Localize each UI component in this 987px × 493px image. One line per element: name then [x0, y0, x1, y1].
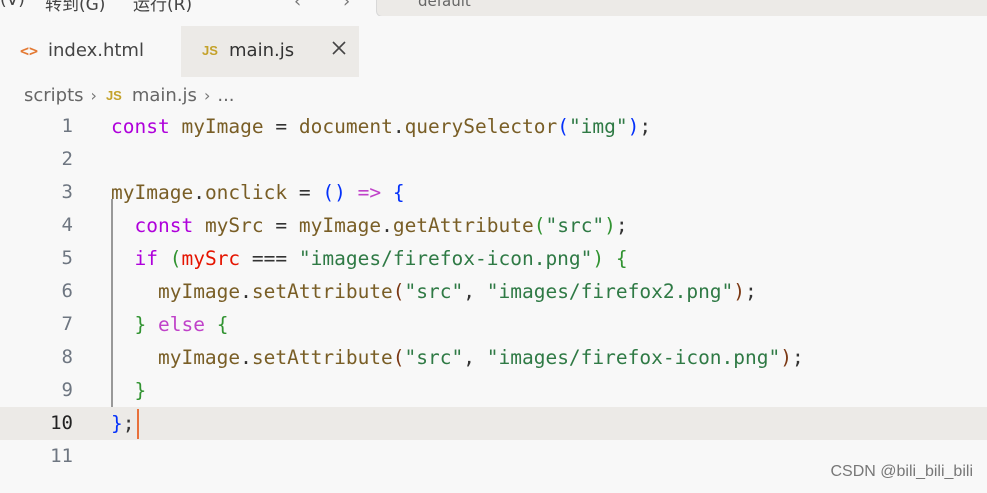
- code-text: myImage.setAttribute("src", "images/fire…: [157, 346, 804, 369]
- back-arrow-icon[interactable]: ‹: [294, 0, 301, 12]
- code-line: 9 }: [0, 374, 987, 407]
- line-number: 11: [50, 445, 73, 467]
- text-cursor: [137, 409, 139, 439]
- line-number: 4: [61, 214, 73, 236]
- close-icon[interactable]: [330, 39, 348, 57]
- line-number: 5: [61, 247, 73, 269]
- breadcrumb-item-scripts[interactable]: scripts: [24, 85, 84, 106]
- code-text: myImage.onclick = () => {: [111, 181, 405, 204]
- command-center-label: default: [418, 0, 471, 10]
- tab-main-js[interactable]: JS main.js: [181, 26, 359, 77]
- line-number: 9: [61, 379, 73, 401]
- code-text: const myImage = document.querySelector("…: [111, 115, 652, 138]
- line-number: 2: [61, 148, 73, 170]
- line-number: 8: [61, 346, 73, 368]
- code-line: 3 myImage.onclick = () => {: [0, 176, 987, 209]
- js-file-icon: JS: [202, 43, 218, 58]
- chevron-right-icon: ›: [203, 85, 211, 105]
- code-line: 6 myImage.setAttribute("src", "images/fi…: [0, 275, 987, 308]
- code-line: 5 if (mySrc === "images/firefox-icon.png…: [0, 242, 987, 275]
- code-text: myImage.setAttribute("src", "images/fire…: [157, 280, 757, 303]
- forward-arrow-icon[interactable]: ›: [343, 0, 350, 12]
- code-text: }: [134, 379, 147, 402]
- search-icon: [386, 0, 400, 1]
- code-line: 1 const myImage = document.querySelector…: [0, 110, 987, 143]
- js-file-icon: JS: [105, 87, 122, 103]
- menu-view[interactable]: (V): [0, 0, 25, 10]
- line-number: 3: [61, 181, 73, 203]
- tab-label: index.html: [48, 40, 144, 61]
- code-text: const mySrc = myImage.getAttribute("src"…: [134, 214, 628, 237]
- tab-bar: <> index.html JS main.js: [0, 26, 987, 78]
- menu-run[interactable]: 运行(R): [133, 0, 192, 15]
- code-text: };: [111, 412, 135, 435]
- code-line: 2: [0, 143, 987, 176]
- breadcrumb-item-symbols[interactable]: ...: [217, 85, 234, 106]
- line-number: 1: [61, 115, 73, 137]
- line-number: 6: [61, 280, 73, 302]
- watermark: CSDN @bili_bili_bili: [830, 463, 973, 480]
- code-line: 4 const mySrc = myImage.getAttribute("sr…: [0, 209, 987, 242]
- code-brackets-icon: <>: [20, 42, 39, 60]
- line-number: 7: [61, 313, 73, 335]
- tab-label: main.js: [229, 40, 295, 61]
- code-line: 7 } else {: [0, 308, 987, 341]
- line-number: 10: [50, 412, 73, 434]
- breadcrumb-item-file[interactable]: main.js: [132, 85, 197, 106]
- code-text: if (mySrc === "images/firefox-icon.png")…: [134, 247, 628, 270]
- breadcrumb: scripts › JS main.js › ...: [24, 82, 235, 108]
- tab-index-html[interactable]: <> index.html: [0, 26, 178, 77]
- code-line-current: 10 };: [0, 407, 987, 440]
- menu-bar: (V) 转到(G) 运行(R) ‹ › default: [0, 0, 987, 16]
- code-editor[interactable]: 1 const myImage = document.querySelector…: [0, 110, 987, 493]
- code-line: 8 myImage.setAttribute("src", "images/fi…: [0, 341, 987, 374]
- chevron-right-icon: ›: [90, 85, 97, 105]
- menu-goto[interactable]: 转到(G): [45, 0, 105, 15]
- code-text: } else {: [134, 313, 229, 336]
